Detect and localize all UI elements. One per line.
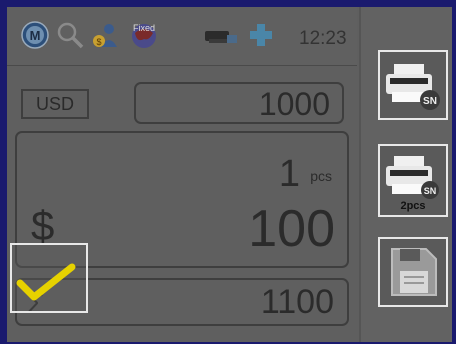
confirm-check-button[interactable] [10, 243, 88, 313]
amount-display: 1000 [134, 82, 344, 124]
svg-text:$: $ [96, 37, 101, 47]
right-toolbar: SN SN 2pcs [359, 7, 452, 342]
svg-text:2pcs: 2pcs [400, 200, 425, 212]
print-sn-button[interactable]: SN [378, 50, 448, 120]
printer-sn-icon: SN [386, 64, 440, 110]
printer-sn-2pcs-icon: SN 2pcs [386, 156, 439, 212]
save-button[interactable] [378, 237, 448, 307]
user-coins-icon[interactable]: $ [91, 21, 119, 49]
globe-fixed-icon[interactable]: Fixed [127, 21, 161, 49]
add-icon[interactable] [247, 21, 275, 49]
total-value: 1100 [260, 283, 334, 321]
m-logo-icon[interactable]: M [21, 21, 49, 49]
svg-text:Fixed: Fixed [133, 23, 155, 33]
clock: 12:23 [299, 28, 347, 49]
device-screen: M $ Fixed 12:23 USD 1000 1 pcs $ 100 Σ 1… [7, 7, 452, 342]
svg-text:SN: SN [424, 186, 437, 196]
currency-selector[interactable]: USD [21, 89, 89, 119]
save-disk-icon [391, 248, 437, 296]
denomination-value: 100 [248, 200, 335, 258]
print-sn-2pcs-button[interactable]: SN 2pcs [378, 144, 448, 217]
amount-value: 1000 [258, 86, 330, 122]
pcs-unit: pcs [310, 168, 332, 184]
printer-icon[interactable] [203, 21, 239, 49]
checkmark-icon [16, 263, 76, 301]
svg-text:SN: SN [423, 96, 437, 107]
pcs-count: 1 [278, 153, 300, 195]
search-icon[interactable] [56, 21, 84, 49]
status-bar: M $ Fixed 12:23 [7, 7, 357, 66]
svg-text:M: M [30, 28, 41, 43]
